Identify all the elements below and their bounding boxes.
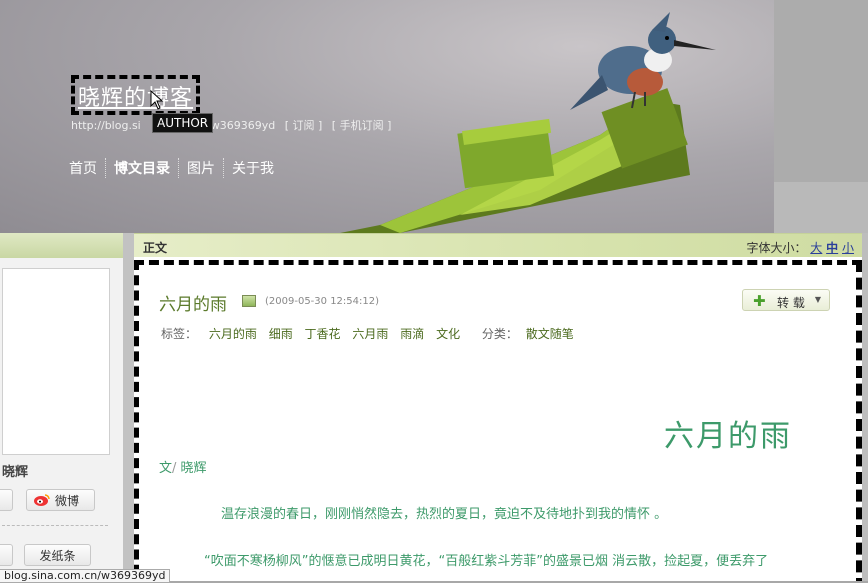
nav-home[interactable]: 首页 (69, 158, 105, 178)
tags-label: 标签： (161, 327, 198, 341)
byline-author: 晓辉 (180, 461, 207, 476)
article-byline: 文/ 晓辉 (159, 457, 207, 476)
header-banner-image (340, 12, 716, 233)
author-tooltip: AUTHOR (152, 113, 214, 133)
tag-link[interactable]: 文化 (436, 327, 460, 341)
main-nav: 首页 博文目录 图片 关于我 (69, 158, 282, 178)
page-background-strip (774, 0, 868, 233)
nav-about-me[interactable]: 关于我 (223, 158, 282, 178)
blog-title-link[interactable]: 晓辉的博客 (78, 80, 193, 112)
article-date: (2009-05-30 12:54:12) (265, 296, 380, 307)
font-size-small[interactable]: 小 (842, 241, 854, 255)
profile-avatar-box (2, 268, 110, 455)
weibo-icon (34, 494, 50, 506)
article-title: 六月的雨 (159, 295, 227, 315)
repost-button[interactable]: ✚ 转 载 ▼ (742, 289, 830, 311)
layout-gutter (123, 233, 134, 581)
byline-prefix: 文 (159, 461, 173, 476)
sidebar: 晓辉 微博 发纸条 (0, 233, 123, 581)
chevron-down-icon: ▼ (814, 295, 821, 304)
mobile-subscribe-link[interactable]: [ 手机订阅 ] (332, 119, 392, 132)
font-size-label: 字体大小： (746, 241, 807, 255)
article-heading: 六月的雨 (664, 419, 792, 454)
byline-separator: / (172, 461, 177, 476)
mouse-cursor-icon (150, 90, 164, 110)
sidebar-divider (2, 525, 108, 526)
article-paragraph: 温存浪漫的春日，刚刚悄然隐去，热烈的夏日，竟迫不及待地扑到我的情怀 。 (221, 507, 668, 522)
blog-header: 晓辉的博客 http://blog.si w369369yd [ 订阅 ] [ 手… (0, 0, 774, 233)
tag-link[interactable]: 六月的雨 (209, 327, 257, 341)
font-size-large[interactable]: 大 (810, 241, 822, 255)
repost-label: 转 载 (777, 296, 805, 310)
main-content: 正文 字体大小： 大 中 小 六月的雨 (2009-05-30 12:54:12… (134, 233, 862, 581)
plus-icon: ✚ (753, 292, 766, 310)
article-tags: 标签： 六月的雨 细雨 丁香花 六月雨 雨滴 文化 分类： 散文随笔 (161, 325, 574, 342)
tag-link[interactable]: 六月雨 (352, 327, 388, 341)
sidebar-button-partial-2[interactable] (0, 544, 13, 566)
weibo-button[interactable]: 微博 (26, 489, 95, 511)
sidebar-button-partial[interactable] (0, 489, 13, 511)
picture-icon (242, 295, 256, 307)
nav-blog-directory[interactable]: 博文目录 (105, 158, 178, 178)
nav-pictures[interactable]: 图片 (178, 158, 223, 178)
blog-url-line: http://blog.si w369369yd [ 订阅 ] [ 手机订阅 ] (71, 117, 391, 133)
profile-name: 晓辉 (2, 465, 29, 480)
article-section-header: 正文 字体大小： 大 中 小 (134, 233, 862, 257)
font-size-control: 字体大小： 大 中 小 (746, 239, 854, 256)
post-note-button[interactable]: 发纸条 (24, 544, 91, 566)
section-label: 正文 (143, 241, 168, 255)
post-note-button-label: 发纸条 (39, 548, 76, 563)
tag-link[interactable]: 雨滴 (400, 327, 424, 341)
page-right-edge (862, 233, 868, 581)
category-label: 分类： (481, 327, 518, 341)
subscribe-link[interactable]: [ 订阅 ] (285, 119, 323, 132)
font-size-medium[interactable]: 中 (826, 241, 838, 255)
blog-url-suffix[interactable]: w369369yd (211, 119, 275, 132)
weibo-button-label: 微博 (55, 493, 80, 508)
tag-link[interactable]: 细雨 (269, 327, 293, 341)
category-link[interactable]: 散文随笔 (526, 327, 574, 341)
article-paragraph: “吹面不寒杨柳风”的惬意已成明日黄花，“百般红紫斗芳菲”的盛景已烟 消云散，捡起… (204, 554, 769, 569)
tag-link[interactable]: 丁香花 (305, 327, 341, 341)
sidebar-header (0, 233, 123, 258)
blog-url-prefix[interactable]: http://blog.si (71, 119, 141, 132)
